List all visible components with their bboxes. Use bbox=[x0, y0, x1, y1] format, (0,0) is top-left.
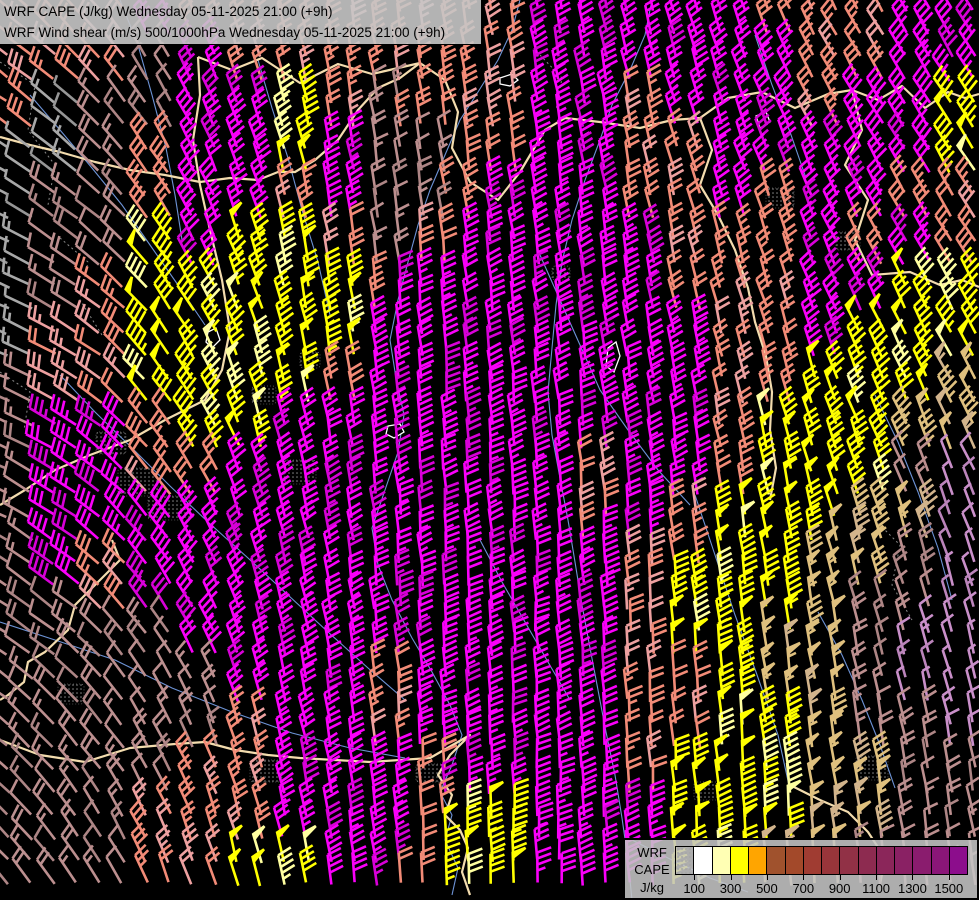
colorbar-cell bbox=[895, 847, 913, 874]
model-run-title-box: WRF CAPE (J/kg) Wednesday 05-11-2025 21:… bbox=[0, 0, 482, 45]
title-line-cape: WRF CAPE (J/kg) Wednesday 05-11-2025 21:… bbox=[4, 1, 481, 22]
colorbar-tick bbox=[803, 874, 804, 880]
legend-label-wrf: WRF bbox=[629, 846, 675, 859]
weather-map-canvas bbox=[0, 0, 979, 900]
colorbar-tick-label: 300 bbox=[711, 881, 751, 896]
colorbar-tick bbox=[731, 874, 732, 880]
colorbar-cell bbox=[822, 847, 840, 874]
legend-label-unit: J/kg bbox=[629, 881, 675, 894]
colorbar-cell bbox=[840, 847, 858, 874]
colorbar-tick-label: 100 bbox=[674, 881, 714, 896]
colorbar-cell bbox=[950, 847, 967, 874]
colorbar-cell bbox=[804, 847, 822, 874]
colorbar-tick bbox=[767, 874, 768, 880]
colorbar-cell bbox=[877, 847, 895, 874]
colorbar-cell bbox=[731, 847, 749, 874]
colorbar-cell bbox=[767, 847, 785, 874]
colorbar-tick bbox=[876, 874, 877, 880]
colorbar-tick-label: 1100 bbox=[856, 881, 896, 896]
colorbar-cell bbox=[913, 847, 931, 874]
colorbar-tick-label: 900 bbox=[820, 881, 860, 896]
colorbar-tick bbox=[694, 874, 695, 880]
colorbar-tick-label: 1500 bbox=[929, 881, 969, 896]
colorbar-tick bbox=[912, 874, 913, 880]
colorbar-tick-label: 700 bbox=[783, 881, 823, 896]
colorbar-tick bbox=[949, 874, 950, 880]
colorbar-cell bbox=[786, 847, 804, 874]
cape-colorbar bbox=[675, 846, 968, 875]
colorbar-tick bbox=[840, 874, 841, 880]
colorbar-cell bbox=[676, 847, 694, 874]
colorbar-cell bbox=[694, 847, 712, 874]
colorbar-cell bbox=[749, 847, 767, 874]
colorbar-tick-label: 1300 bbox=[892, 881, 932, 896]
title-line-shear: WRF Wind shear (m/s) 500/1000hPa Wednesd… bbox=[4, 22, 481, 43]
colorbar-tick-label: 500 bbox=[747, 881, 787, 896]
colorbar-cell bbox=[932, 847, 950, 874]
legend-label-cape: CAPE bbox=[629, 863, 675, 876]
cape-legend: WRF CAPE J/kg 10030050070090011001300150… bbox=[623, 838, 979, 900]
colorbar-cell bbox=[859, 847, 877, 874]
colorbar-cell bbox=[713, 847, 731, 874]
weather-map-stage: WRF CAPE (J/kg) Wednesday 05-11-2025 21:… bbox=[0, 0, 979, 900]
